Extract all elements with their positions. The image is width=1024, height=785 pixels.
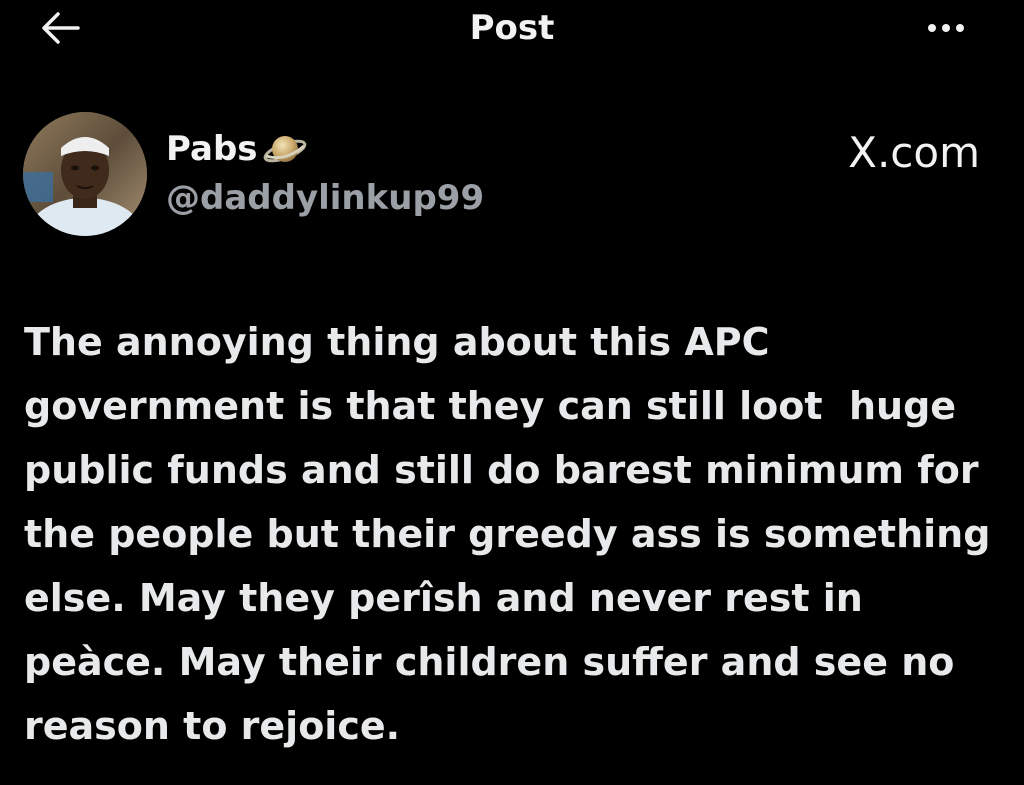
avatar[interactable]	[23, 112, 147, 236]
post-text: The annoying thing about this APC govern…	[24, 320, 1004, 748]
arrow-left-icon	[42, 12, 80, 44]
x-com-watermark: X.com	[848, 128, 980, 177]
user-handle[interactable]: @daddylinkup99	[166, 178, 484, 218]
top-bar: Post	[0, 0, 1024, 60]
back-button[interactable]	[36, 6, 84, 50]
page-title: Post	[469, 8, 555, 48]
saturn-planet-icon	[263, 136, 306, 163]
watermark-text: X.com	[848, 128, 980, 177]
display-name-row: Pabs	[166, 126, 484, 172]
more-options-button[interactable]	[916, 8, 976, 48]
post-author: Pabs @daddylinkup99	[166, 126, 484, 218]
display-name[interactable]: Pabs	[166, 129, 258, 169]
more-horizontal-icon	[928, 24, 936, 32]
